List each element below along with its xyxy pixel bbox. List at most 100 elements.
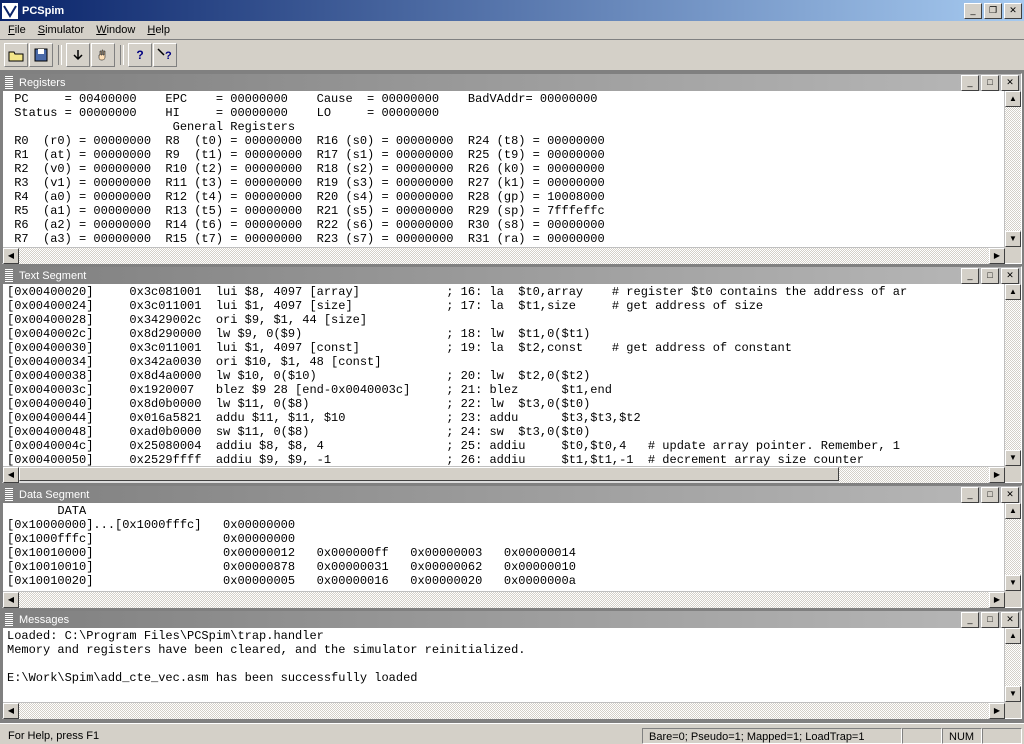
scroll-corner	[1005, 702, 1021, 718]
scroll-up-button[interactable]: ▲	[1005, 284, 1021, 300]
svg-text:?: ?	[165, 50, 172, 62]
panel-minimize-button[interactable]: _	[961, 612, 979, 628]
minimize-button[interactable]: _	[964, 3, 982, 19]
scroll-track[interactable]	[19, 592, 989, 608]
context-help-icon: ?	[157, 48, 173, 62]
scroll-up-button[interactable]: ▲	[1005, 503, 1021, 519]
scroll-track[interactable]	[1005, 300, 1021, 450]
messages-titlebar[interactable]: Messages _ □ ✕	[3, 611, 1021, 628]
panel-maximize-button[interactable]: □	[981, 612, 999, 628]
horizontal-scrollbar[interactable]: ◀ ▶	[3, 466, 1005, 483]
scroll-track[interactable]	[1005, 644, 1021, 686]
panel-minimize-button[interactable]: _	[961, 268, 979, 284]
status-num: NUM	[942, 728, 982, 744]
help-button[interactable]: ?	[128, 43, 152, 67]
text-segment-panel: Text Segment _ □ ✕ [0x00400020] 0x3c0810…	[2, 266, 1022, 483]
registers-titlebar[interactable]: Registers _ □ ✕	[3, 74, 1021, 91]
scroll-left-button[interactable]: ◀	[3, 592, 19, 608]
menu-file[interactable]: File	[2, 22, 32, 38]
status-mode: Bare=0; Pseudo=1; Mapped=1; LoadTrap=1	[642, 728, 902, 744]
panel-minimize-button[interactable]: _	[961, 487, 979, 503]
panel-title: Messages	[17, 614, 961, 626]
scroll-right-button[interactable]: ▶	[989, 592, 1005, 608]
grip-icon	[5, 488, 13, 502]
data-segment-titlebar[interactable]: Data Segment _ □ ✕	[3, 486, 1021, 503]
scroll-thumb[interactable]	[19, 467, 839, 481]
scroll-left-button[interactable]: ◀	[3, 467, 19, 483]
text-segment-content: [0x00400020] 0x3c081001 lui $8, 4097 [ar…	[3, 284, 1005, 466]
horizontal-scrollbar[interactable]: ◀ ▶	[3, 591, 1005, 608]
maximize-button[interactable]: ❐	[984, 3, 1002, 19]
panel-title: Registers	[17, 77, 961, 89]
menu-window[interactable]: Window	[90, 22, 141, 38]
scroll-track[interactable]	[839, 467, 989, 483]
grip-icon	[5, 613, 13, 627]
panel-maximize-button[interactable]: □	[981, 75, 999, 91]
horizontal-scrollbar[interactable]: ◀ ▶	[3, 247, 1005, 264]
toolbar-separator	[58, 45, 62, 65]
scroll-down-button[interactable]: ▼	[1005, 231, 1021, 247]
messages-content: Loaded: C:\Program Files\PCSpim\trap.han…	[3, 628, 1005, 686]
data-segment-panel: Data Segment _ □ ✕ DATA [0x10000000]...[…	[2, 485, 1022, 608]
menu-help[interactable]: Help	[141, 22, 176, 38]
grip-icon	[5, 269, 13, 283]
status-scrl	[982, 728, 1022, 744]
context-help-button[interactable]: ?	[153, 43, 177, 67]
status-hint: For Help, press F1	[2, 728, 642, 744]
scroll-up-button[interactable]: ▲	[1005, 91, 1021, 107]
data-segment-content: DATA [0x10000000]...[0x1000fffc] 0x00000…	[3, 503, 1005, 589]
panel-title: Text Segment	[17, 270, 961, 282]
panel-minimize-button[interactable]: _	[961, 75, 979, 91]
scroll-right-button[interactable]: ▶	[989, 467, 1005, 483]
app-icon	[2, 3, 18, 19]
scroll-corner	[1005, 466, 1021, 482]
panel-maximize-button[interactable]: □	[981, 487, 999, 503]
grip-icon	[5, 76, 13, 90]
scroll-left-button[interactable]: ◀	[3, 248, 19, 264]
save-button[interactable]	[29, 43, 53, 67]
scroll-track[interactable]	[1005, 107, 1021, 231]
messages-panel: Messages _ □ ✕ Loaded: C:\Program Files\…	[2, 610, 1022, 719]
scroll-track[interactable]	[19, 703, 989, 719]
toolbar-separator	[120, 45, 124, 65]
scroll-corner	[1005, 591, 1021, 607]
open-button[interactable]	[4, 43, 28, 67]
scroll-up-button[interactable]: ▲	[1005, 628, 1021, 644]
scroll-down-button[interactable]: ▼	[1005, 686, 1021, 702]
close-button[interactable]: ✕	[1004, 3, 1022, 19]
vertical-scrollbar[interactable]: ▲ ▼	[1004, 284, 1021, 466]
horizontal-scrollbar[interactable]: ◀ ▶	[3, 702, 1005, 719]
scroll-track[interactable]	[1005, 519, 1021, 575]
hand-icon	[96, 48, 110, 62]
panel-maximize-button[interactable]: □	[981, 268, 999, 284]
text-segment-titlebar[interactable]: Text Segment _ □ ✕	[3, 267, 1021, 284]
menubar: File Simulator Window Help	[0, 21, 1024, 40]
arrow-down-icon	[71, 48, 85, 62]
scroll-track[interactable]	[19, 248, 989, 264]
panel-title: Data Segment	[17, 489, 961, 501]
scroll-right-button[interactable]: ▶	[989, 248, 1005, 264]
registers-panel: Registers _ □ ✕ PC = 00400000 EPC = 0000…	[2, 73, 1022, 264]
panel-close-button[interactable]: ✕	[1001, 612, 1019, 628]
vertical-scrollbar[interactable]: ▲ ▼	[1004, 91, 1021, 247]
question-icon: ?	[136, 48, 143, 62]
vertical-scrollbar[interactable]: ▲ ▼	[1004, 503, 1021, 591]
panel-close-button[interactable]: ✕	[1001, 268, 1019, 284]
scroll-corner	[1005, 247, 1021, 263]
toolbar: ? ?	[0, 40, 1024, 71]
workspace: Registers _ □ ✕ PC = 00400000 EPC = 0000…	[0, 71, 1024, 723]
save-icon	[34, 48, 48, 62]
status-cap	[902, 728, 942, 744]
panel-close-button[interactable]: ✕	[1001, 487, 1019, 503]
scroll-right-button[interactable]: ▶	[989, 703, 1005, 719]
menu-simulator[interactable]: Simulator	[32, 22, 90, 38]
window-title: PCSpim	[22, 5, 964, 17]
vertical-scrollbar[interactable]: ▲ ▼	[1004, 628, 1021, 702]
scroll-left-button[interactable]: ◀	[3, 703, 19, 719]
scroll-down-button[interactable]: ▼	[1005, 450, 1021, 466]
step-button[interactable]	[91, 43, 115, 67]
window-titlebar: PCSpim _ ❐ ✕	[0, 0, 1024, 21]
scroll-down-button[interactable]: ▼	[1005, 575, 1021, 591]
panel-close-button[interactable]: ✕	[1001, 75, 1019, 91]
run-button[interactable]	[66, 43, 90, 67]
